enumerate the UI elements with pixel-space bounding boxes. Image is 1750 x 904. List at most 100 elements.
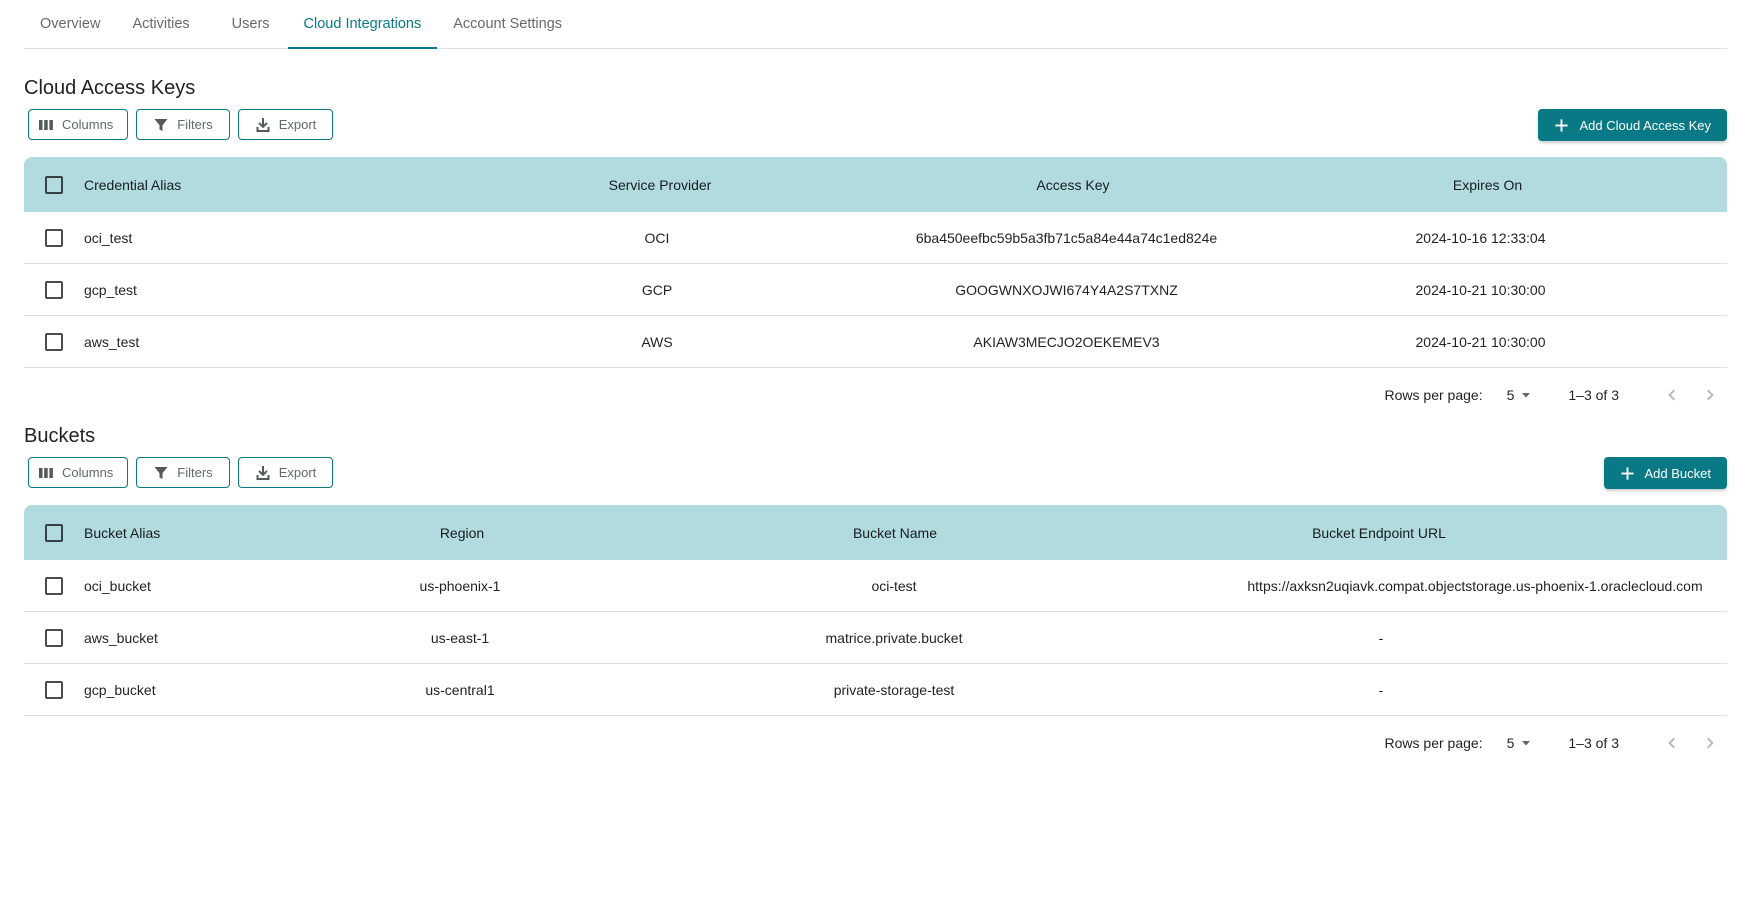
buckets-export-button[interactable]: Export	[237, 457, 334, 488]
table-row[interactable]: aws_bucket us-east-1 matrice.private.buc…	[24, 612, 1727, 664]
buckets-pagination: Rows per page: 5 1–3 of 3	[1385, 717, 1727, 769]
download-icon	[256, 117, 270, 132]
filters-label: Filters	[177, 117, 213, 132]
next-page-button[interactable]	[1695, 727, 1727, 759]
service-provider: GCP	[641, 281, 673, 298]
columns-label: Columns	[62, 465, 114, 480]
filter-icon	[154, 118, 168, 131]
next-page-button[interactable]	[1695, 379, 1727, 411]
buckets-table-header: Bucket Alias Region Bucket Name Bucket E…	[24, 505, 1727, 560]
chevron-right-icon	[1707, 737, 1714, 749]
buckets-columns-button[interactable]: Columns	[28, 457, 129, 488]
row-checkbox[interactable]	[45, 280, 63, 299]
columns-icon	[39, 119, 53, 130]
bucket-alias: aws_bucket	[84, 629, 158, 646]
column-header[interactable]: Bucket Name	[564, 525, 1226, 541]
row-checkbox[interactable]	[45, 576, 63, 595]
expires-on: 2024-10-16 12:33:04	[1415, 229, 1546, 246]
table-row[interactable]: gcp_test GCP GOOGWNXOJWI674Y4A2S7TXNZ 20…	[24, 264, 1727, 316]
bucket-endpoint-url: -	[1378, 629, 1384, 646]
table-row[interactable]: aws_test AWS AKIAW3MECJO2OEKEMEV3 2024-1…	[24, 316, 1727, 368]
bucket-region: us-phoenix-1	[419, 577, 501, 594]
column-header[interactable]: Access Key	[796, 177, 1350, 193]
bucket-alias: oci_bucket	[84, 577, 151, 594]
rows-per-page-value: 5	[1506, 735, 1515, 751]
rows-per-page-select[interactable]: 5	[1507, 387, 1535, 403]
table-row[interactable]: oci_test OCI 6ba450eefbc59b5a3fb71c5a84e…	[24, 212, 1727, 264]
tab-users[interactable]: Users	[214, 0, 288, 48]
bucket-alias: gcp_bucket	[84, 681, 156, 698]
keys-toolbar: Columns Filters Export	[28, 109, 334, 140]
access-key: 6ba450eefbc59b5a3fb71c5a84e44a74c1ed824e	[915, 229, 1218, 246]
buckets-table: Bucket Alias Region Bucket Name Bucket E…	[24, 505, 1727, 716]
table-row[interactable]: gcp_bucket us-central1 private-storage-t…	[24, 664, 1727, 716]
rows-per-page-label: Rows per page:	[1384, 735, 1483, 751]
expires-on: 2024-10-21 10:30:00	[1415, 333, 1546, 350]
row-checkbox[interactable]	[45, 628, 63, 647]
buckets-filters-button[interactable]: Filters	[136, 457, 230, 488]
keys-pagination: Rows per page: 5 1–3 of 3	[1385, 369, 1727, 421]
row-checkbox[interactable]	[45, 332, 63, 351]
bucket-name: private-storage-test	[833, 681, 955, 698]
row-checkbox[interactable]	[45, 228, 63, 247]
access-key: AKIAW3MECJO2OEKEMEV3	[973, 333, 1160, 350]
bucket-name: oci-test	[871, 577, 917, 594]
column-header[interactable]: Service Provider	[524, 177, 796, 193]
column-header[interactable]: Bucket Endpoint URL	[1226, 525, 1532, 541]
keys-export-button[interactable]: Export	[237, 109, 334, 140]
columns-icon	[39, 467, 53, 478]
credential-alias: aws_test	[84, 333, 140, 350]
rows-per-page-select[interactable]: 5	[1507, 735, 1535, 751]
tab-cloud-integrations[interactable]: Cloud Integrations	[287, 0, 438, 49]
select-all-checkbox[interactable]	[45, 523, 63, 542]
previous-page-button[interactable]	[1655, 727, 1687, 759]
add-cloud-access-key-button[interactable]: Add Cloud Access Key	[1538, 109, 1727, 141]
export-label: Export	[278, 465, 317, 480]
add-bucket-label: Add Bucket	[1644, 465, 1712, 481]
bucket-endpoint-url: -	[1378, 681, 1384, 698]
rows-per-page-value: 5	[1506, 387, 1515, 403]
plus-icon	[1620, 466, 1634, 480]
tab-overview[interactable]: Overview	[24, 0, 116, 48]
filters-label: Filters	[177, 465, 213, 480]
column-header[interactable]: Region	[360, 525, 564, 541]
keys-columns-button[interactable]: Columns	[28, 109, 129, 140]
bucket-region: us-east-1	[430, 629, 490, 646]
chevron-right-icon	[1707, 389, 1714, 401]
access-key: GOOGWNXOJWI674Y4A2S7TXNZ	[955, 281, 1178, 298]
chevron-left-icon	[1668, 737, 1675, 749]
tab-activities[interactable]: Activities	[116, 0, 213, 48]
page-range: 1–3 of 3	[1568, 735, 1619, 751]
plus-icon	[1555, 118, 1569, 132]
keys-table-header: Credential Alias Service Provider Access…	[24, 157, 1727, 212]
bucket-endpoint-url[interactable]: https://axksn2uqiavk.compat.objectstorag…	[1228, 578, 1722, 594]
keys-section-title: Cloud Access Keys	[24, 77, 196, 99]
page: Overview Activities Users Cloud Integrat…	[0, 0, 1750, 904]
page-range: 1–3 of 3	[1568, 387, 1619, 403]
tab-bar: Overview Activities Users Cloud Integrat…	[24, 0, 1727, 49]
expires-on: 2024-10-21 10:30:00	[1415, 281, 1546, 298]
filter-icon	[154, 466, 168, 479]
bucket-region: us-central1	[425, 681, 495, 698]
caret-down-icon	[1522, 741, 1531, 746]
add-cloud-access-key-label: Add Cloud Access Key	[1579, 117, 1711, 133]
column-header[interactable]: Credential Alias	[84, 177, 524, 193]
column-header[interactable]: Bucket Alias	[84, 525, 360, 541]
rows-per-page-label: Rows per page:	[1384, 387, 1483, 403]
service-provider: AWS	[641, 333, 673, 350]
select-all-checkbox[interactable]	[45, 175, 63, 194]
keys-filters-button[interactable]: Filters	[136, 109, 230, 140]
credential-alias: gcp_test	[84, 281, 137, 298]
export-label: Export	[278, 117, 317, 132]
tab-account-settings[interactable]: Account Settings	[437, 0, 578, 48]
credential-alias: oci_test	[84, 229, 133, 246]
column-header[interactable]: Expires On	[1350, 177, 1625, 193]
buckets-toolbar: Columns Filters Export	[28, 457, 334, 488]
columns-label: Columns	[62, 117, 114, 132]
add-bucket-button[interactable]: Add Bucket	[1603, 457, 1727, 489]
row-checkbox[interactable]	[45, 680, 63, 699]
keys-table: Credential Alias Service Provider Access…	[24, 157, 1727, 368]
table-row[interactable]: oci_bucket us-phoenix-1 oci-test https:/…	[24, 560, 1727, 612]
service-provider: OCI	[644, 229, 670, 246]
previous-page-button[interactable]	[1655, 379, 1687, 411]
